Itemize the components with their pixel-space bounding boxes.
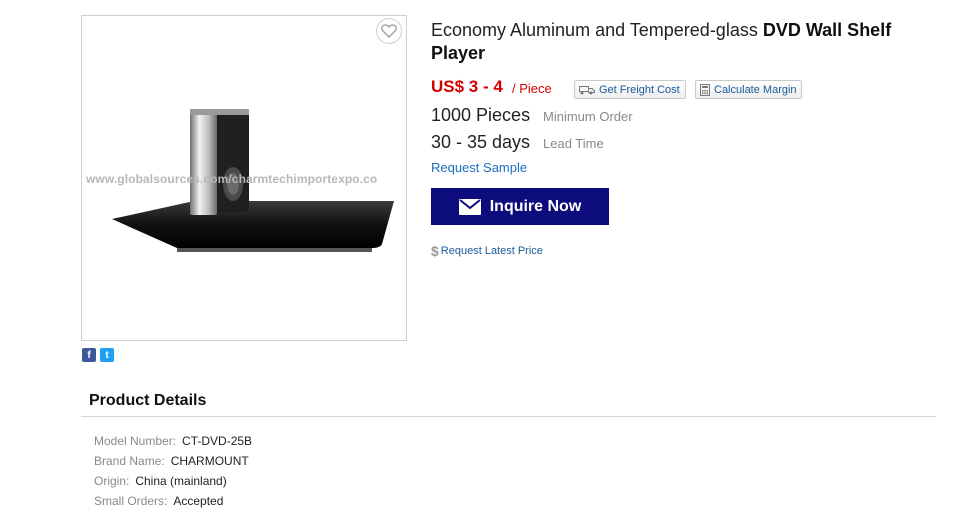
twitter-share-icon[interactable]: t [100, 348, 114, 362]
calculator-icon [700, 83, 710, 96]
wishlist-button[interactable] [376, 18, 402, 44]
product-title: Economy Aluminum and Tempered-glass DVD … [431, 19, 911, 65]
spec-value: Accepted [173, 494, 224, 508]
calculate-margin-label: Calculate Margin [714, 83, 797, 96]
envelope-icon [458, 198, 481, 215]
spec-value: CHARMOUNT [170, 454, 249, 468]
spec-key: Brand Name: [94, 454, 165, 468]
facebook-glyph: f [87, 349, 91, 361]
product-details-heading: Product Details [89, 392, 207, 409]
divider [81, 416, 936, 417]
spec-row: Brand Name: CHARMOUNT [94, 454, 249, 468]
inquire-now-label: Inquire Now [489, 197, 582, 215]
spec-value: China (mainland) [135, 474, 227, 488]
spec-row: Small Orders: Accepted [94, 494, 223, 508]
lead-time-label: Lead Time [543, 136, 604, 151]
twitter-glyph: t [105, 349, 109, 361]
calculate-margin-button[interactable]: Calculate Margin [695, 80, 802, 99]
spec-row: Origin: China (mainland) [94, 474, 227, 488]
dollar-icon: $ [431, 243, 439, 259]
heart-icon [381, 24, 397, 38]
request-latest-price-link[interactable]: $ Request Latest Price [431, 243, 543, 259]
product-image-frame[interactable]: www.globalsources.com/charmtechimportexp… [81, 15, 407, 341]
inquire-now-button[interactable]: Inquire Now [431, 188, 609, 225]
spec-value: CT-DVD-25B [182, 434, 253, 448]
spec-key: Origin: [94, 474, 130, 488]
request-latest-price-label: Request Latest Price [440, 245, 543, 257]
lead-time-value: 30 - 35 days [431, 132, 531, 152]
price-unit: / Piece [512, 81, 552, 96]
minimum-order-value: 1000 Pieces [431, 105, 531, 125]
get-freight-cost-button[interactable]: Get Freight Cost [574, 80, 686, 99]
spec-row: Model Number: CT-DVD-25B [94, 434, 252, 448]
watermark-text: www.globalsources.com/charmtechimportexp… [86, 172, 378, 186]
price-range: US$ 3 - 4 [431, 77, 503, 96]
spec-key: Small Orders: [94, 494, 168, 508]
request-sample-link[interactable]: Request Sample [431, 160, 527, 175]
truck-icon [579, 84, 595, 95]
product-title-regular: Economy Aluminum and Tempered-glass [431, 20, 763, 40]
get-freight-cost-label: Get Freight Cost [599, 83, 680, 96]
facebook-share-icon[interactable]: f [82, 348, 96, 362]
spec-key: Model Number: [94, 434, 177, 448]
minimum-order-label: Minimum Order [543, 109, 633, 124]
